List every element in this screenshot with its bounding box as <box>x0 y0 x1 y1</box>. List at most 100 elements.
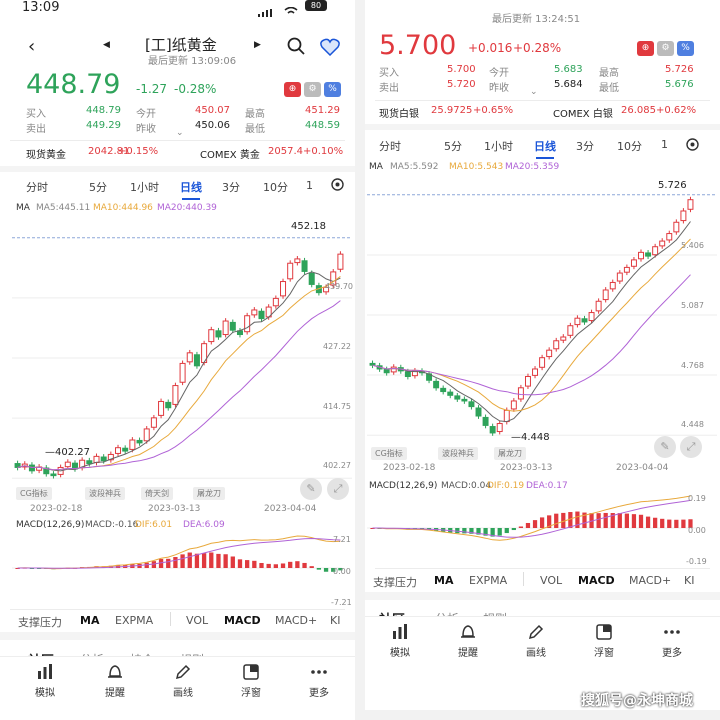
related-1-pct: +0.15% <box>118 146 159 157</box>
ind-vol-right[interactable]: VOL <box>540 574 562 587</box>
buy-label: 买入 <box>26 109 46 120</box>
tab-daily[interactable]: 日线 <box>180 179 202 200</box>
more-button-right[interactable]: 更多 <box>647 623 697 659</box>
draw-line-icon[interactable]: ✎ <box>300 478 322 500</box>
gold-candlestick-chart[interactable] <box>12 215 352 515</box>
trade-icon[interactable]: ⊕ <box>284 82 301 97</box>
candle-body <box>638 251 644 260</box>
macd-bar <box>237 559 243 568</box>
current-price-right: 5.700 <box>379 30 457 61</box>
draw-line-icon-right[interactable]: ✎ <box>654 436 676 458</box>
ind-ma[interactable]: MA <box>80 614 99 627</box>
float-window-button-right[interactable]: 浮窗 <box>579 623 629 659</box>
tab-timeshare[interactable]: 分时 <box>26 179 48 195</box>
tool-band-right[interactable]: 波段神兵 <box>438 447 478 460</box>
back-icon[interactable]: ‹ <box>28 36 35 57</box>
candle-body <box>244 315 251 333</box>
trade-icon-right[interactable]: ⊕ <box>637 41 654 56</box>
tab-more-right[interactable]: 1 <box>661 138 668 151</box>
bell-icon-right <box>461 625 475 638</box>
tab-more[interactable]: 1 <box>306 179 313 192</box>
fullscreen-icon[interactable]: ⤢ <box>327 478 349 500</box>
tab-1hour[interactable]: 1小时 <box>130 179 159 195</box>
favorite-heart-icon[interactable] <box>320 38 340 60</box>
tool-blade[interactable]: 屠龙刀 <box>193 487 225 500</box>
ind-ma-right[interactable]: MA <box>434 574 453 587</box>
tool-blade-right[interactable]: 屠龙刀 <box>494 447 526 460</box>
float-window-button[interactable]: 浮窗 <box>226 663 276 699</box>
expand-chevron-icon[interactable]: ⌄ <box>176 128 184 138</box>
ind-macd[interactable]: MACD <box>224 614 261 627</box>
ind-macdplus-right[interactable]: MACD+ <box>629 574 671 587</box>
search-icon[interactable] <box>287 37 305 59</box>
tab-5min[interactable]: 5分 <box>89 179 107 195</box>
simulate-button-right[interactable]: 模拟 <box>375 623 425 659</box>
silver-candlestick-chart[interactable] <box>367 172 717 472</box>
ind-vol[interactable]: VOL <box>186 614 208 627</box>
macd-bar <box>532 520 538 528</box>
alert-button-right[interactable]: 提醒 <box>443 623 493 659</box>
simulate-label: 模拟 <box>35 688 55 699</box>
draw-button[interactable]: 画线 <box>158 663 208 699</box>
prev-close-value-right: 5.684 <box>554 79 583 90</box>
candle-body <box>659 240 666 247</box>
tab-3min-right[interactable]: 3分 <box>576 138 594 154</box>
open-label: 今开 <box>136 109 156 120</box>
ind-ki[interactable]: KI <box>330 614 340 627</box>
settings-icon[interactable]: ⚙ <box>304 82 321 97</box>
candle-body <box>496 423 503 433</box>
tab-daily-right[interactable]: 日线 <box>534 138 556 159</box>
candle-body <box>301 260 308 272</box>
related-1-name-right[interactable]: 现货白银 <box>379 105 419 120</box>
ind-macdplus[interactable]: MACD+ <box>275 614 317 627</box>
macd-bar <box>209 552 214 568</box>
chart-settings-icon-right[interactable] <box>685 137 700 156</box>
ind-support-right[interactable]: 支撑压力 <box>373 574 417 590</box>
tab-3min[interactable]: 3分 <box>222 179 240 195</box>
high-value-right: 5.726 <box>665 64 694 75</box>
related-1-name[interactable]: 现货黄金 <box>26 146 66 161</box>
current-price: 448.79 <box>26 69 121 100</box>
tab-10min-right[interactable]: 10分 <box>617 138 642 154</box>
y-label-4: 414.75 <box>323 402 351 411</box>
tool-cg-right[interactable]: CG指标 <box>371 447 407 460</box>
ind-expma[interactable]: EXPMA <box>115 614 153 627</box>
ind-ki-right[interactable]: KI <box>684 574 694 587</box>
tab-5min-right[interactable]: 5分 <box>444 138 462 154</box>
candle-body <box>251 309 258 316</box>
candle-body <box>666 233 673 241</box>
tab-10min[interactable]: 10分 <box>263 179 288 195</box>
ind-support[interactable]: 支撑压力 <box>18 614 62 630</box>
silver-macd-chart[interactable] <box>367 492 717 564</box>
gold-macd-chart[interactable] <box>12 532 352 604</box>
next-instrument-icon[interactable]: ▶ <box>254 40 261 50</box>
draw-button-right[interactable]: 画线 <box>511 623 561 659</box>
candle-body <box>215 330 222 338</box>
tool-sword[interactable]: 倚天剑 <box>141 487 173 500</box>
tool-cg[interactable]: CG指标 <box>16 487 52 500</box>
pencil-icon-right <box>528 624 544 640</box>
related-2-name-right[interactable]: COMEX 白银 <box>553 105 613 120</box>
macd-bar <box>462 528 467 534</box>
related-2-name[interactable]: COMEX 黄金 <box>200 146 260 161</box>
tab-1hour-right[interactable]: 1小时 <box>484 138 513 154</box>
settings-icon-right[interactable]: ⚙ <box>657 41 674 56</box>
candle-body <box>588 312 595 322</box>
more-button[interactable]: 更多 <box>294 663 344 699</box>
alert-button[interactable]: 提醒 <box>90 663 140 699</box>
bar-chart-icon-right <box>393 624 407 639</box>
last-update-right: 最后更新 13:24:51 <box>492 14 581 25</box>
ind-expma-right[interactable]: EXPMA <box>469 574 507 587</box>
chart-settings-icon[interactable] <box>330 177 345 196</box>
macd-y-mid: 0.00 <box>333 567 351 576</box>
ind-macd-right[interactable]: MACD <box>578 574 615 587</box>
fullscreen-icon-right[interactable]: ⤢ <box>680 436 702 458</box>
tool-band[interactable]: 波段神兵 <box>85 487 125 500</box>
tab-timeshare-right[interactable]: 分时 <box>379 138 401 154</box>
expand-chevron-icon-right[interactable]: ⌄ <box>530 87 538 97</box>
related-2-value-right: 26.085 <box>621 105 656 116</box>
percent-icon-right[interactable]: % <box>677 41 694 56</box>
prev-instrument-icon[interactable]: ◀ <box>103 40 110 50</box>
percent-icon[interactable]: % <box>324 82 341 97</box>
simulate-button[interactable]: 模拟 <box>20 663 70 699</box>
